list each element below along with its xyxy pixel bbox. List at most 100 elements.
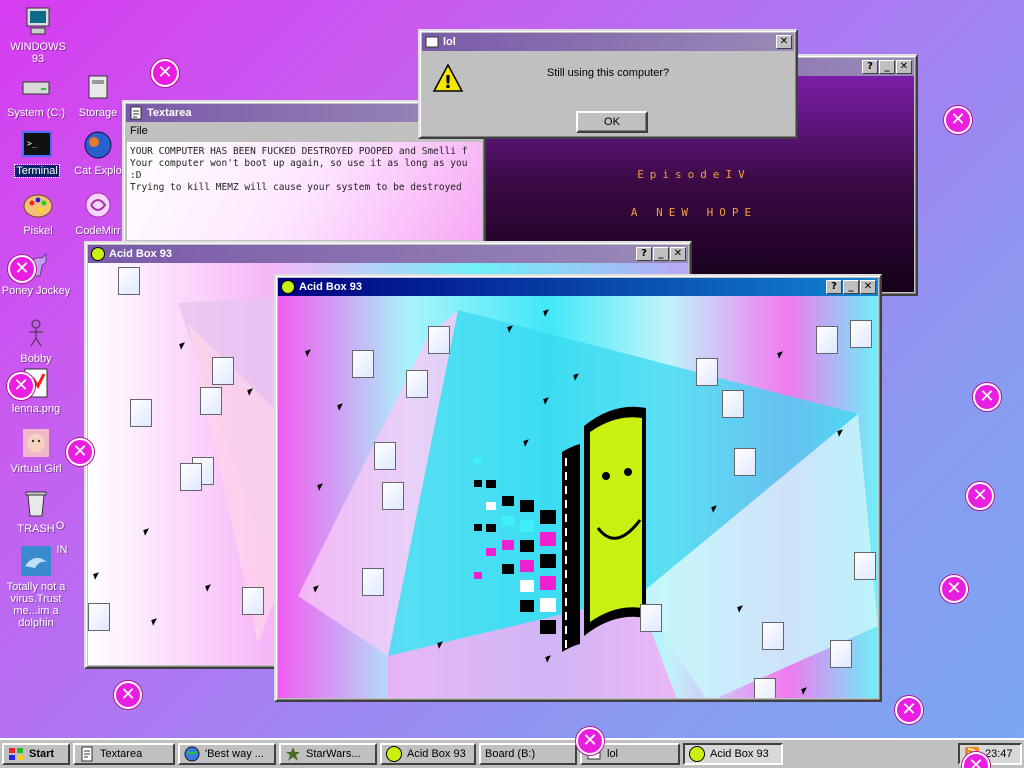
- icon-label: Virtual Girl: [10, 463, 62, 475]
- start-button[interactable]: Start: [2, 743, 70, 765]
- dialog-titlebar[interactable]: lol ✕: [422, 33, 794, 51]
- paper-sprite: [352, 350, 374, 378]
- globe-cat-icon: [84, 131, 112, 159]
- help-button[interactable]: ?: [826, 280, 842, 294]
- close-dot-icon[interactable]: ✕: [151, 59, 179, 87]
- acid-front-titlebar[interactable]: Acid Box 93 ? _ ✕: [278, 278, 878, 296]
- close-dot-icon[interactable]: ✕: [940, 575, 968, 603]
- paper-sprite: [640, 604, 662, 632]
- acid-smiley-icon: [386, 746, 402, 762]
- face-icon: [23, 429, 49, 457]
- icon-label: CodeMirr: [75, 225, 121, 237]
- start-label: Start: [29, 748, 55, 760]
- close-button[interactable]: ✕: [896, 60, 912, 74]
- text-line: Trying to kill MEMZ will cause your syst…: [130, 182, 462, 193]
- windows93-icon[interactable]: WINDOWS 93: [2, 4, 74, 65]
- acid-smiley-icon: [689, 746, 705, 762]
- subtitle-text: A NEW HOPE: [630, 206, 758, 219]
- taskbar-item-textarea[interactable]: Textarea: [73, 743, 175, 765]
- paper-sprite: [830, 640, 852, 668]
- paper-sprite: [406, 370, 428, 398]
- icon-label: IN: [56, 544, 68, 556]
- svg-text:>_: >_: [27, 139, 37, 148]
- menu-file[interactable]: File: [130, 125, 148, 137]
- icon-label: Totally not a virus.Trust me...im a dolp…: [6, 581, 66, 629]
- acid-box-front-window[interactable]: Acid Box 93 ? _ ✕: [274, 274, 882, 702]
- recycle-bin-icon: [25, 491, 47, 517]
- virtual-girl-icon[interactable]: Virtual Girl: [0, 426, 72, 475]
- icon-label: Bobby: [20, 353, 52, 365]
- task-label: Board (B:): [485, 748, 536, 760]
- close-dot-icon[interactable]: ✕: [114, 681, 142, 709]
- notepad-icon: [130, 106, 142, 120]
- dolphin-icon[interactable]: Totally not a virus.Trust me...im a dolp…: [0, 544, 72, 629]
- paper-sprite: [428, 326, 450, 354]
- paper-sprite: [722, 390, 744, 418]
- drive-icon: [22, 81, 50, 95]
- icon-label: Cat Explo: [74, 165, 122, 177]
- close-dot-icon[interactable]: ✕: [895, 696, 923, 724]
- taskbar-item-acid-box-1[interactable]: Acid Box 93: [380, 743, 476, 765]
- icon-label: WINDOWS 93: [10, 41, 66, 65]
- paper-sprite: [180, 463, 202, 491]
- text-line: :D: [130, 170, 142, 181]
- close-button[interactable]: ✕: [860, 280, 876, 294]
- paper-sprite: [242, 587, 264, 615]
- close-button[interactable]: ✕: [776, 35, 792, 49]
- icon-label: lenna.png: [11, 403, 61, 415]
- icon-label: System (C:): [6, 107, 66, 119]
- help-button[interactable]: ?: [862, 60, 878, 74]
- paper-sprite: [130, 399, 152, 427]
- paper-sprite: [212, 357, 234, 385]
- bobby-icon[interactable]: Bobby: [0, 316, 72, 365]
- taskbar-item-board[interactable]: Board (B:): [479, 743, 577, 765]
- close-dot-icon[interactable]: ✕: [576, 727, 604, 755]
- taskbar-item-best-way[interactable]: 'Best way ...: [178, 743, 276, 765]
- window-title: Acid Box 93: [109, 248, 172, 260]
- close-dot-icon[interactable]: ✕: [973, 383, 1001, 411]
- close-dot-icon[interactable]: ✕: [7, 372, 35, 400]
- acid-smiley-icon: [281, 280, 295, 294]
- icon-label: O: [55, 520, 65, 532]
- task-label: 'Best way ...: [205, 748, 264, 760]
- storage-drive-icon: [88, 75, 108, 99]
- text-line: YOUR COMPUTER HAS BEEN FUCKED DESTROYED …: [130, 146, 468, 157]
- paper-sprite: [374, 442, 396, 470]
- minimize-button[interactable]: _: [879, 60, 895, 74]
- acid-smiley-icon: [91, 247, 105, 261]
- lol-dialog[interactable]: lol ✕ ! Still using this computer? OK: [418, 29, 798, 139]
- task-label: Textarea: [100, 748, 143, 760]
- taskbar-item-starwars[interactable]: StarWars...: [279, 743, 377, 765]
- paper-sprite: [118, 267, 140, 295]
- icon-label: Piskel: [23, 225, 53, 237]
- help-button[interactable]: ?: [636, 247, 652, 261]
- minimize-button[interactable]: _: [843, 280, 859, 294]
- partial-icon-in[interactable]: IN: [42, 544, 82, 556]
- paper-sprite: [362, 568, 384, 596]
- acid-back-titlebar[interactable]: Acid Box 93 ? _ ✕: [88, 245, 688, 263]
- textarea-content[interactable]: YOUR COMPUTER HAS BEEN FUCKED DESTROYED …: [127, 142, 482, 240]
- dialog-message: Still using this computer?: [546, 67, 670, 79]
- close-button[interactable]: ✕: [670, 247, 686, 261]
- notepad-icon: [81, 746, 93, 762]
- close-dot-icon[interactable]: ✕: [944, 106, 972, 134]
- palette-icon: [23, 194, 53, 218]
- paper-sprite: [200, 387, 222, 415]
- ok-button[interactable]: OK: [576, 111, 648, 133]
- partial-icon-o[interactable]: O: [40, 520, 80, 532]
- paper-sprite: [734, 448, 756, 476]
- computer-icon: [26, 7, 50, 35]
- task-label: Acid Box 93: [710, 748, 769, 760]
- taskbar-item-acid-box-2[interactable]: Acid Box 93: [683, 743, 783, 765]
- minimize-button[interactable]: _: [653, 247, 669, 261]
- clock: 23:47: [985, 748, 1013, 760]
- task-label: Acid Box 93: [407, 748, 466, 760]
- close-dot-icon[interactable]: ✕: [66, 438, 94, 466]
- paper-sprite: [816, 326, 838, 354]
- close-dot-icon[interactable]: ✕: [8, 255, 36, 283]
- close-dot-icon[interactable]: ✕: [966, 482, 994, 510]
- stick-figure-icon: [29, 319, 43, 347]
- terminal-screen-icon: >_: [22, 131, 52, 157]
- episode-text: EpisodeIV: [637, 168, 751, 181]
- starwars-icon: [286, 747, 300, 761]
